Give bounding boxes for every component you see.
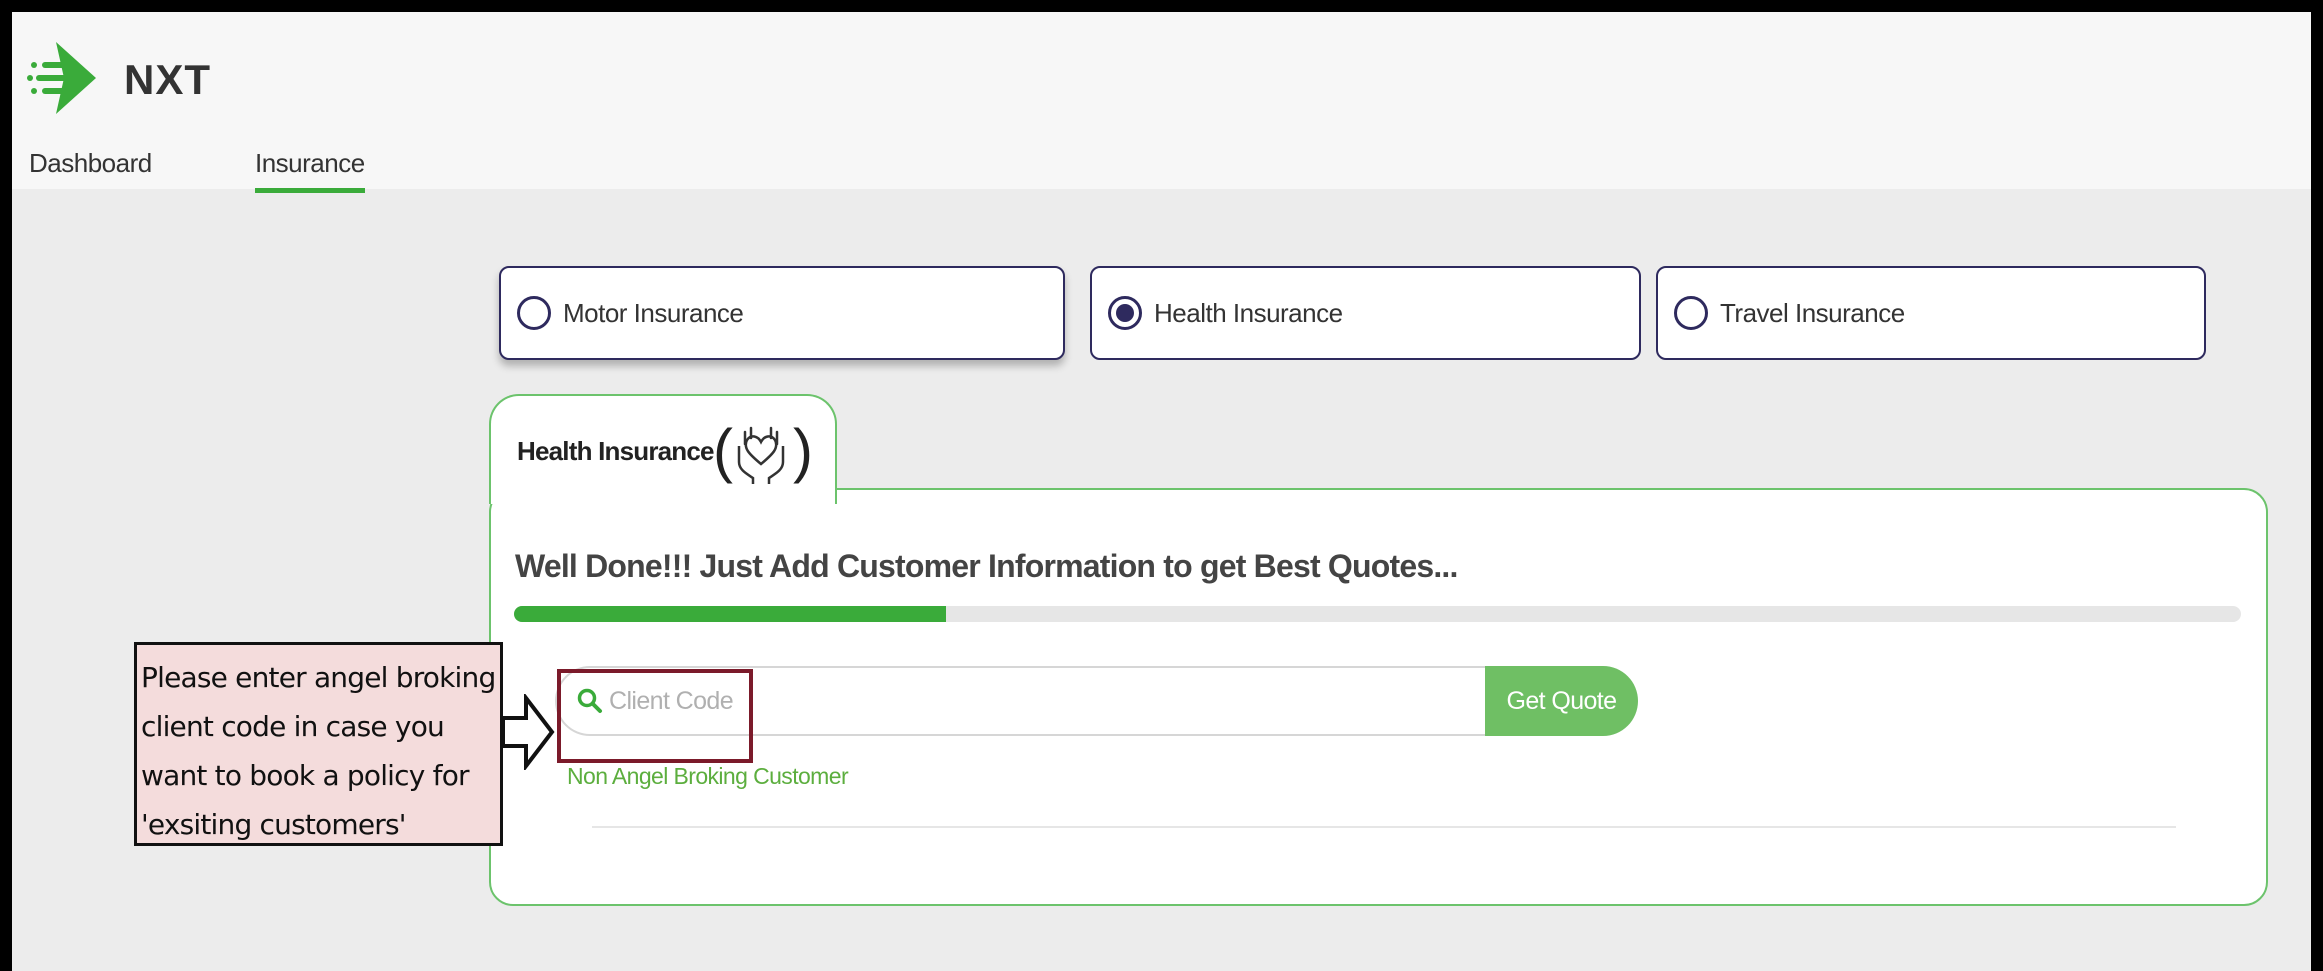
radio-icon[interactable] — [1674, 296, 1708, 330]
app-logo[interactable]: NXT — [26, 28, 216, 124]
annotation-callout: Please enter angel broking client code i… — [134, 642, 503, 846]
highlight-box — [557, 669, 753, 763]
panel-tab-joint — [491, 486, 835, 492]
travel-insurance-label: Travel Insurance — [1720, 297, 1905, 328]
health-insurance-option[interactable]: Health Insurance — [1090, 266, 1641, 360]
travel-insurance-option[interactable]: Travel Insurance — [1656, 266, 2206, 360]
paren-close: ) — [793, 417, 813, 484]
nxt-logo-icon — [27, 42, 96, 114]
get-quote-button[interactable]: Get Quote — [1485, 666, 1638, 736]
tab-insurance[interactable]: Insurance — [255, 148, 365, 193]
panel-heading: Well Done!!! Just Add Customer Informati… — [515, 548, 1458, 584]
paren-open: ( — [713, 417, 733, 484]
radio-selected-icon[interactable] — [1108, 296, 1142, 330]
radio-icon[interactable] — [517, 296, 551, 330]
progress-bar — [514, 606, 2241, 622]
panel-tab-title: Health Insurance — [517, 436, 715, 466]
motor-insurance-label: Motor Insurance — [563, 297, 744, 328]
callout-text: Please enter angel broking client code i… — [141, 661, 496, 841]
logo-wordmark: NXT — [124, 56, 211, 103]
top-bar: NXT Dashboard Insurance — [12, 12, 2311, 193]
divider — [592, 826, 2176, 828]
tab-dashboard[interactable]: Dashboard — [29, 148, 152, 179]
non-angel-customer-link[interactable]: Non Angel Broking Customer — [567, 763, 849, 790]
health-insurance-label: Health Insurance — [1154, 297, 1343, 328]
motor-insurance-option[interactable]: Motor Insurance — [499, 266, 1065, 360]
progress-fill — [514, 606, 946, 622]
hands-heart-icon — [737, 426, 785, 484]
arrow-right-icon — [501, 694, 555, 770]
